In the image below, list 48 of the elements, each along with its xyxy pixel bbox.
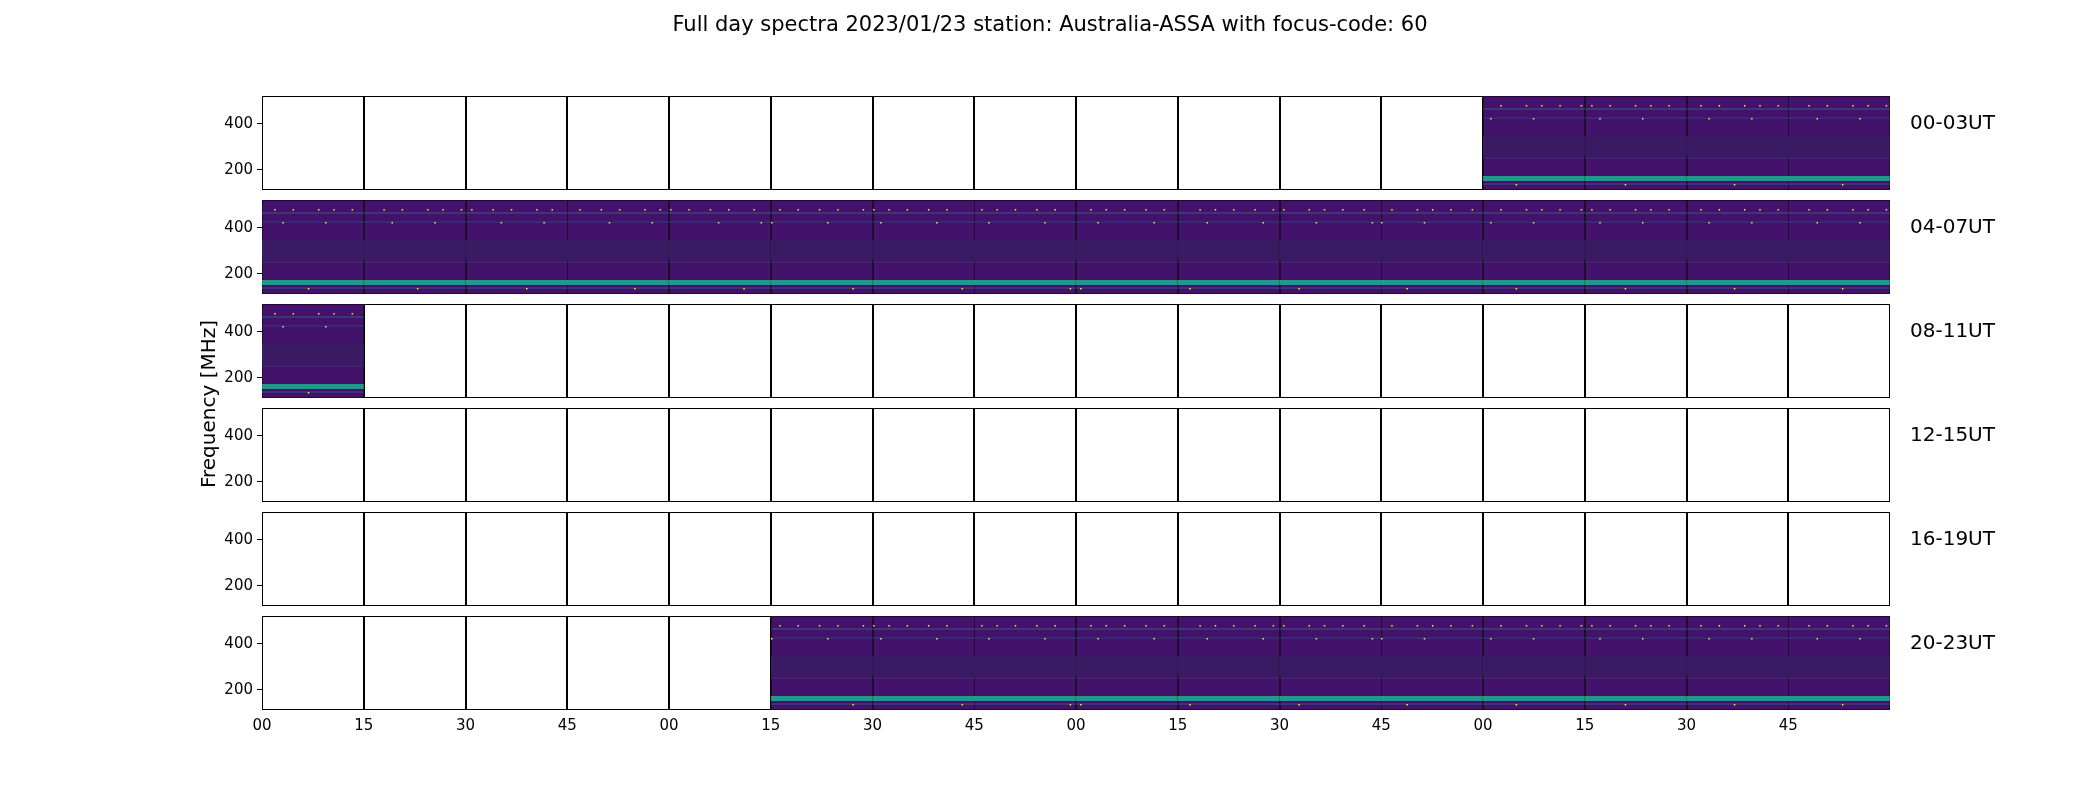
tick-label: 00: [1066, 716, 1086, 734]
tick-label: 45: [1778, 716, 1798, 734]
tick-label: 200: [224, 472, 253, 491]
tick-label: 45: [1371, 716, 1391, 734]
tick-label: 30: [862, 716, 883, 734]
tick-label: 15: [1168, 716, 1188, 734]
tick-label: 400: [224, 530, 253, 549]
tick-label: 200: [224, 264, 253, 283]
tick-mark: [257, 689, 262, 691]
tick-label: 400: [224, 634, 253, 653]
tick-mark: [257, 227, 262, 229]
tick-label: 15: [354, 716, 374, 734]
tick-label: 30: [455, 716, 476, 734]
tick-label: 400: [224, 114, 253, 133]
tick-label: 30: [1676, 716, 1697, 734]
tick-label: 45: [557, 716, 577, 734]
tick-label: 200: [224, 368, 253, 387]
tick-mark: [257, 435, 262, 437]
tick-label: 200: [224, 680, 253, 699]
tick-mark: [257, 481, 262, 483]
tick-label: 400: [224, 426, 253, 445]
tick-label: 200: [224, 576, 253, 595]
tick-label: 15: [1575, 716, 1595, 734]
tick-label: 400: [224, 218, 253, 237]
row-label: 00-03UT: [1909, 109, 1995, 136]
tick-mark: [257, 643, 262, 645]
tick-mark: [257, 585, 262, 587]
tick-label: 00: [1473, 716, 1493, 734]
tick-label: 15: [761, 716, 781, 734]
row-label: 04-07UT: [1909, 213, 1995, 240]
tick-label: 200: [224, 160, 253, 179]
chart-title: Full day spectra 2023/01/23 station: Australia-ASSA with focus-code: 60: [671, 11, 1429, 38]
tick-mark: [257, 539, 262, 541]
tick-mark: [257, 273, 262, 275]
tick-label: 30: [1269, 716, 1290, 734]
row-label: 20-23UT: [1909, 629, 1995, 656]
tick-label: 00: [659, 716, 679, 734]
tick-mark: [257, 123, 262, 125]
axis-label: Frequency [MHz]: [196, 319, 220, 489]
row-label: 12-15UT: [1909, 421, 1995, 448]
tick-label: 00: [252, 716, 272, 734]
tick-label: 45: [964, 716, 984, 734]
tick-label: 400: [224, 322, 253, 341]
tick-mark: [257, 331, 262, 333]
tick-mark: [257, 377, 262, 379]
row-label: 16-19UT: [1909, 525, 1995, 552]
tick-mark: [257, 169, 262, 171]
row-label: 08-11UT: [1909, 317, 1995, 344]
